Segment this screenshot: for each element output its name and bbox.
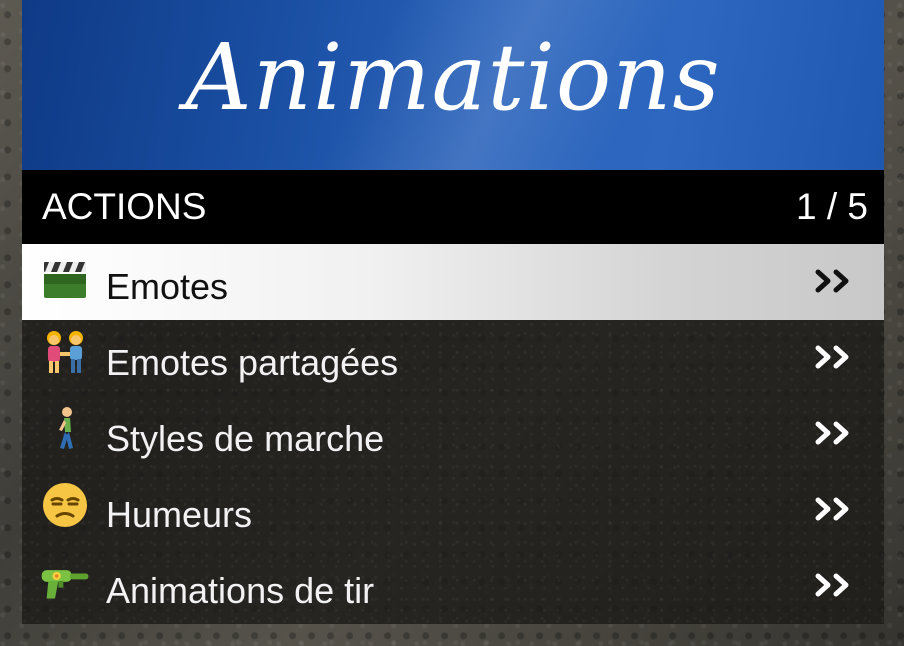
menu-item-label: Styles de marche	[106, 418, 385, 459]
menu-item-label: Animations de tir	[106, 570, 375, 611]
banner-title: Animations	[185, 23, 721, 131]
menu-item-label: Humeurs	[106, 494, 253, 535]
unamused-face-icon	[43, 483, 87, 527]
menu-item-shared-emotes[interactable]: Emotes partagées	[22, 320, 884, 396]
double-chevron-right-icon	[815, 269, 849, 293]
couple-holding-hands-icon	[47, 331, 83, 373]
menu-item-label: Emotes	[106, 266, 229, 307]
menu-subheader: ACTIONS 1 / 5	[22, 170, 884, 244]
water-pistol-icon	[41, 570, 89, 599]
item-counter: 1 / 5	[796, 186, 868, 227]
double-chevron-right-icon	[815, 345, 849, 369]
menu-item-shooting-animations[interactable]: Animations de tir	[22, 548, 884, 624]
double-chevron-right-icon	[815, 573, 849, 597]
menu-item-moods[interactable]: Humeurs	[22, 472, 884, 548]
clapperboard-icon	[44, 262, 86, 298]
double-chevron-right-icon	[815, 421, 849, 445]
menu-item-label: Emotes partagées	[106, 342, 399, 383]
menu-item-list: Emotes Emotes partagées Styles de marche…	[22, 244, 884, 624]
menu-banner: Animations	[22, 0, 884, 170]
double-chevron-right-icon	[815, 497, 849, 521]
subheader-title: ACTIONS	[42, 186, 207, 227]
menu-item-walk-styles[interactable]: Styles de marche	[22, 396, 884, 472]
person-walking-icon	[59, 407, 73, 449]
animations-menu: Animations ACTIONS 1 / 5 Emotes Emotes p…	[22, 0, 884, 624]
menu-item-emotes[interactable]: Emotes	[22, 244, 884, 320]
